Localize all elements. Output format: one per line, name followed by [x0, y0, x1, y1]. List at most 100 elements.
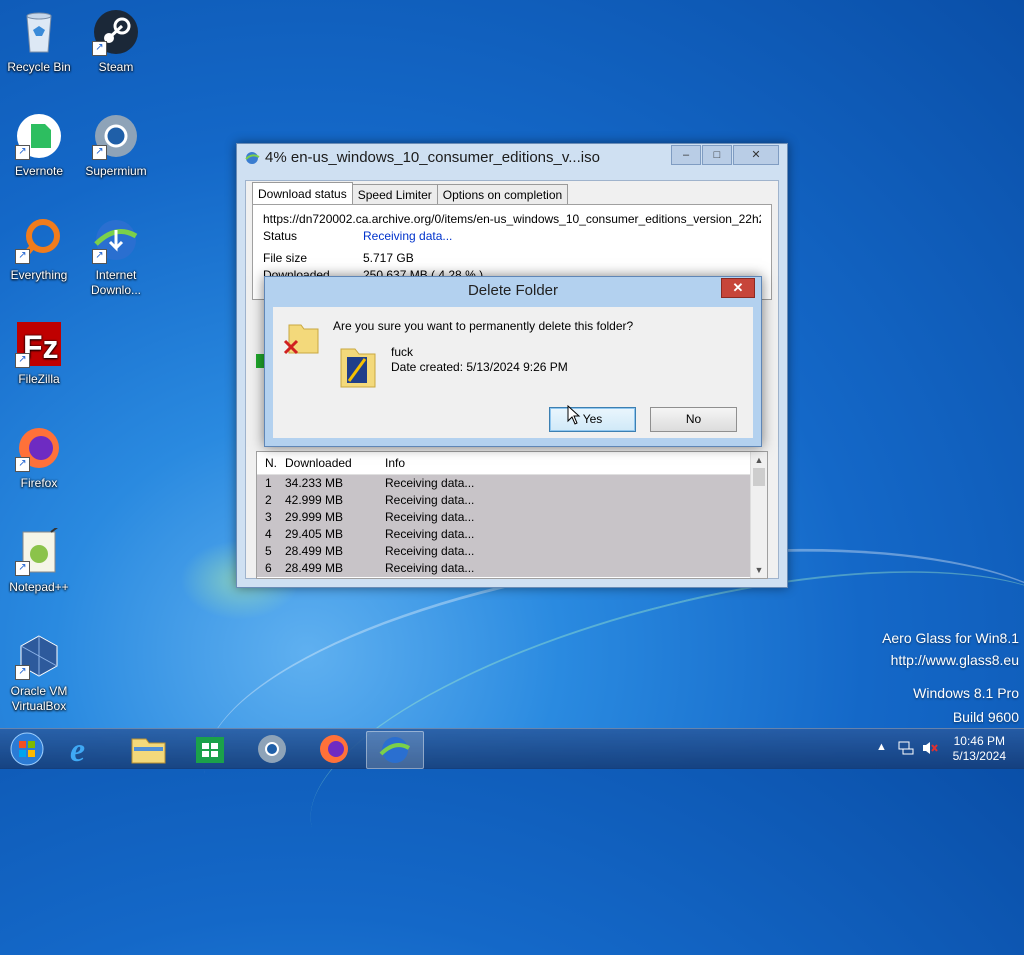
desktop-icon-recycle-bin[interactable]: Recycle Bin: [2, 8, 76, 75]
column-header-number[interactable]: N.: [257, 452, 285, 474]
taskbar-internet-explorer[interactable]: e: [58, 731, 114, 769]
idm-icon: [245, 152, 260, 164]
windows-orb-icon: [10, 732, 44, 766]
list-item[interactable]: 5 28.499 MB Receiving data...: [257, 543, 767, 560]
desktop-icon-evernote[interactable]: ↗ Evernote: [2, 112, 76, 179]
cell-info: Receiving data...: [385, 476, 475, 490]
store-icon: [196, 737, 224, 763]
cell-info: Receiving data...: [385, 561, 475, 575]
network-icon[interactable]: [898, 741, 914, 758]
cell-number: 5: [265, 544, 272, 558]
folder-icon: [340, 348, 376, 388]
maximize-button[interactable]: □: [702, 145, 732, 165]
desktop-icon-filezilla[interactable]: Fz ↗ FileZilla: [2, 320, 76, 387]
desktop-icon-label: Evernote: [14, 164, 64, 178]
list-item[interactable]: 4 29.405 MB Receiving data...: [257, 526, 767, 543]
cell-downloaded: 28.499 MB: [285, 544, 344, 558]
evernote-icon: ↗: [15, 112, 63, 160]
confirm-question: Are you sure you want to permanently del…: [333, 319, 634, 333]
show-hidden-icons-button[interactable]: ▲: [876, 741, 887, 753]
cell-downloaded: 29.405 MB: [285, 527, 344, 541]
desktop-icon-idm[interactable]: ↗ Internet Downlo...: [79, 216, 153, 298]
cell-info: Receiving data...: [385, 544, 475, 558]
window-title: 4% en-us_windows_10_consumer_editions_v.…: [265, 149, 600, 166]
list-item[interactable]: 6 28.499 MB Receiving data...: [257, 560, 767, 577]
desktop-icon-label: Supermium: [85, 164, 147, 178]
volume-muted-icon[interactable]: [922, 741, 938, 758]
desktop-icon-steam[interactable]: ↗ Steam: [79, 8, 153, 75]
taskbar-store[interactable]: [182, 731, 238, 767]
shortcut-arrow-icon: ↗: [92, 145, 107, 160]
desktop-icon-label: Everything: [10, 268, 68, 282]
taskbar-supermium[interactable]: [244, 731, 300, 767]
cell-downloaded: 29.999 MB: [285, 510, 344, 524]
filesize-label: File size: [263, 251, 308, 265]
dialog-close-button[interactable]: ✕: [721, 278, 755, 298]
cell-downloaded: 34.233 MB: [285, 476, 344, 490]
status-label: Status: [263, 229, 298, 243]
desktop-icon-label: Oracle VM VirtualBox: [10, 684, 68, 713]
folder-name: fuck: [391, 345, 414, 359]
scroll-down-icon[interactable]: ▼: [751, 562, 767, 578]
supermium-icon: ↗: [92, 112, 140, 160]
firefox-icon: [320, 735, 348, 763]
filezilla-icon: Fz ↗: [15, 320, 63, 368]
taskbar-firefox[interactable]: [306, 731, 362, 767]
status-value: Receiving data...: [363, 229, 453, 243]
clock-date: 5/13/2024: [952, 749, 1006, 763]
yes-button[interactable]: Yes: [549, 407, 636, 432]
cell-info: Receiving data...: [385, 527, 475, 541]
cell-number: 6: [265, 561, 272, 575]
mouse-cursor-icon: [567, 405, 581, 425]
desktop-icon-notepadpp[interactable]: ↗ Notepad++: [2, 525, 76, 595]
shortcut-arrow-icon: ↗: [15, 457, 30, 472]
cell-downloaded: 28.499 MB: [285, 561, 344, 575]
taskbar-file-explorer[interactable]: [120, 731, 176, 767]
column-header-downloaded[interactable]: Downloaded: [285, 452, 385, 474]
tab-options-on-completion[interactable]: Options on completion: [436, 184, 569, 205]
tab-speed-limiter[interactable]: Speed Limiter: [351, 184, 438, 205]
shortcut-arrow-icon: ↗: [92, 41, 107, 56]
list-item[interactable]: 3 29.999 MB Receiving data...: [257, 509, 767, 526]
desktop-icon-everything[interactable]: ↗ Everything: [2, 216, 76, 283]
delete-folder-icon: [283, 324, 319, 355]
dialog-title: Delete Folder: [467, 282, 559, 299]
no-button[interactable]: No: [650, 407, 737, 432]
dialog-body: Are you sure you want to permanently del…: [273, 307, 753, 438]
tab-strip: Download status Speed Limiter Options on…: [252, 182, 569, 205]
desktop-icon-label: Steam: [98, 60, 134, 74]
cell-number: 4: [265, 527, 272, 541]
list-item[interactable]: 2 42.999 MB Receiving data...: [257, 492, 767, 509]
system-clock[interactable]: 10:46 PM 5/13/2024: [953, 734, 1006, 764]
taskbar-internet-download-manager[interactable]: [366, 731, 424, 769]
taskbar: e ▲ 10:46 PM 5/13/2024: [0, 728, 1024, 769]
column-header-info[interactable]: Info: [385, 452, 767, 474]
desktop-icon-virtualbox[interactable]: ↗ Oracle VM VirtualBox: [2, 632, 76, 714]
cell-number: 2: [265, 493, 272, 507]
list-item[interactable]: 1 34.233 MB Receiving data...: [257, 475, 767, 492]
list-header: N. Downloaded Info: [257, 452, 767, 475]
tab-download-status[interactable]: Download status: [252, 182, 353, 205]
desktop-icon-firefox[interactable]: ↗ Firefox: [2, 424, 76, 491]
svg-text:e: e: [70, 732, 85, 767]
desktop-icon-label: Firefox: [20, 476, 58, 490]
desktop-icon-supermium[interactable]: ↗ Supermium: [79, 112, 153, 179]
scrollbar-thumb[interactable]: [753, 468, 765, 486]
download-url: https://dn720002.ca.archive.org/0/items/…: [263, 212, 761, 226]
watermark-edition: Windows 8.1 Pro: [913, 685, 1019, 701]
shortcut-arrow-icon: ↗: [15, 561, 30, 576]
close-button[interactable]: ✕: [733, 145, 779, 165]
supermium-icon: [258, 735, 286, 763]
watermark-build: Build 9600: [952, 709, 1019, 725]
scroll-up-icon[interactable]: ▲: [751, 452, 767, 468]
watermark-line: Aero Glass for Win8.1: [882, 630, 1019, 646]
shortcut-arrow-icon: ↗: [15, 665, 30, 680]
window-titlebar[interactable]: 4% en-us_windows_10_consumer_editions_v.…: [237, 144, 787, 172]
file-explorer-icon: [131, 738, 166, 764]
firefox-icon: ↗: [15, 424, 63, 472]
start-button[interactable]: [0, 731, 56, 767]
list-scrollbar[interactable]: ▲ ▼: [750, 452, 767, 578]
delete-folder-dialog: Delete Folder ✕ Are you sure you want to…: [264, 276, 762, 447]
minimize-button[interactable]: –: [671, 145, 701, 165]
internet-download-manager-icon: [379, 737, 410, 763]
